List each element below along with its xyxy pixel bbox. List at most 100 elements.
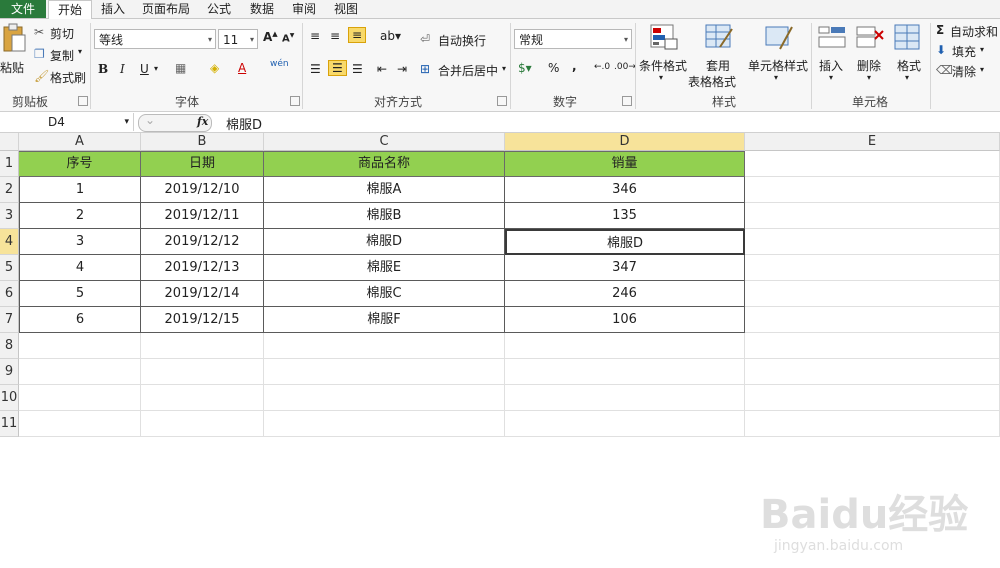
fill-button[interactable]: ⬇ 填充 ▾ xyxy=(936,43,1000,59)
cell[interactable] xyxy=(745,255,1000,281)
cell[interactable] xyxy=(505,411,745,437)
align-center-icon[interactable]: ☰ xyxy=(328,60,347,76)
bold-button[interactable]: B xyxy=(98,62,108,76)
fill-color-icon[interactable]: ◈ xyxy=(210,61,219,75)
cell[interactable] xyxy=(19,359,141,385)
phonetic-button[interactable]: wén xyxy=(270,59,289,69)
table-cell[interactable]: 135 xyxy=(505,203,745,229)
table-cell[interactable]: 棉服F xyxy=(264,307,505,333)
table-cell[interactable]: 1 xyxy=(19,177,141,203)
comma-button[interactable]: , xyxy=(572,59,577,73)
column-header-b[interactable]: B xyxy=(141,133,264,151)
row-header[interactable]: 2 xyxy=(0,177,19,203)
active-cell[interactable]: 棉服D xyxy=(505,229,745,255)
paste-button[interactable]: 粘贴 xyxy=(0,23,28,85)
insert-cells-button[interactable]: 插入 ▾ xyxy=(815,23,851,89)
cell[interactable] xyxy=(141,333,264,359)
cell[interactable] xyxy=(745,151,1000,177)
format-painter-button[interactable]: 🖌 格式刷 xyxy=(34,69,90,85)
percent-button[interactable]: % xyxy=(548,61,559,75)
font-name-dropdown[interactable]: 等线 ▾ xyxy=(94,29,216,49)
tab-review[interactable]: 审阅 xyxy=(287,0,321,18)
cell[interactable] xyxy=(745,229,1000,255)
table-header-cell[interactable]: 序号 xyxy=(19,151,141,177)
row-header[interactable]: 1 xyxy=(0,151,19,177)
chevron-down-icon[interactable]: ▾ xyxy=(154,64,158,73)
cell[interactable] xyxy=(19,333,141,359)
column-header-c[interactable]: C xyxy=(264,133,505,151)
cell[interactable] xyxy=(745,385,1000,411)
table-cell[interactable]: 4 xyxy=(19,255,141,281)
cell[interactable] xyxy=(264,385,505,411)
tab-home[interactable]: 开始 xyxy=(48,0,92,19)
tab-file[interactable]: 文件 xyxy=(0,0,46,18)
cell[interactable] xyxy=(745,307,1000,333)
dialog-launcher-icon[interactable] xyxy=(78,96,88,106)
cell[interactable] xyxy=(141,359,264,385)
table-cell[interactable]: 棉服A xyxy=(264,177,505,203)
autosum-button[interactable]: Σ 自动求和 xyxy=(936,23,1000,39)
cell[interactable] xyxy=(745,177,1000,203)
tab-insert[interactable]: 插入 xyxy=(96,0,130,18)
align-bottom-icon[interactable]: ≡ xyxy=(348,27,367,43)
select-all-corner[interactable] xyxy=(0,133,19,151)
table-cell[interactable]: 6 xyxy=(19,307,141,333)
table-cell[interactable]: 2019/12/11 xyxy=(141,203,264,229)
column-header-d[interactable]: D xyxy=(505,133,745,151)
table-cell[interactable]: 347 xyxy=(505,255,745,281)
table-cell[interactable]: 5 xyxy=(19,281,141,307)
indent-increase-icon[interactable]: ⇥ xyxy=(397,62,407,76)
copy-button[interactable]: ❐ 复制 ▾ xyxy=(34,47,90,63)
row-header[interactable]: 7 xyxy=(0,307,19,333)
dialog-launcher-icon[interactable] xyxy=(290,96,300,106)
merge-center-button[interactable]: ⊞ 合并后居中 ▾ xyxy=(420,62,512,78)
tab-page-layout[interactable]: 页面布局 xyxy=(138,0,194,18)
row-header[interactable]: 5 xyxy=(0,255,19,281)
table-cell[interactable]: 2 xyxy=(19,203,141,229)
table-cell[interactable]: 2019/12/15 xyxy=(141,307,264,333)
increase-font-icon[interactable]: A▲ xyxy=(263,30,278,44)
cell[interactable] xyxy=(19,385,141,411)
table-cell[interactable]: 2019/12/14 xyxy=(141,281,264,307)
cell[interactable] xyxy=(745,359,1000,385)
tab-view[interactable]: 视图 xyxy=(329,0,363,18)
table-cell[interactable]: 2019/12/12 xyxy=(141,229,264,255)
cell[interactable] xyxy=(505,333,745,359)
increase-decimal-icon[interactable]: ←.0 xyxy=(594,62,610,72)
tab-data[interactable]: 数据 xyxy=(245,0,279,18)
table-cell[interactable]: 棉服C xyxy=(264,281,505,307)
decrease-decimal-icon[interactable]: .00→ xyxy=(614,62,636,72)
wrap-text-button[interactable]: ⏎ 自动换行 xyxy=(420,32,510,48)
font-color-button[interactable]: A xyxy=(238,61,246,75)
align-left-icon[interactable]: ☰ xyxy=(310,62,321,76)
column-header-a[interactable]: A xyxy=(19,133,141,151)
conditional-format-button[interactable]: 条件格式 ▾ xyxy=(637,23,689,89)
chevron-down-icon[interactable]: ▾ xyxy=(124,113,129,131)
row-header[interactable]: 10 xyxy=(0,385,19,411)
align-right-icon[interactable]: ☰ xyxy=(352,62,363,76)
number-format-dropdown[interactable]: 常规 ▾ xyxy=(514,29,632,49)
row-header[interactable]: 9 xyxy=(0,359,19,385)
cell[interactable] xyxy=(264,333,505,359)
row-header[interactable]: 3 xyxy=(0,203,19,229)
table-cell[interactable]: 106 xyxy=(505,307,745,333)
name-box[interactable]: D4 ▾ xyxy=(4,113,134,131)
table-cell[interactable]: 2019/12/10 xyxy=(141,177,264,203)
decrease-font-icon[interactable]: A▼ xyxy=(282,32,294,44)
delete-cells-button[interactable]: 删除 ▾ xyxy=(853,23,889,89)
align-middle-icon[interactable]: ≡ xyxy=(330,29,340,43)
cell[interactable] xyxy=(264,411,505,437)
row-header[interactable]: 8 xyxy=(0,333,19,359)
row-header[interactable]: 6 xyxy=(0,281,19,307)
formula-input[interactable]: 棉服D xyxy=(226,114,262,133)
table-cell[interactable]: 棉服B xyxy=(264,203,505,229)
cell[interactable] xyxy=(141,411,264,437)
cell[interactable] xyxy=(745,281,1000,307)
table-cell[interactable]: 246 xyxy=(505,281,745,307)
column-header-e[interactable]: E xyxy=(745,133,1000,151)
table-cell[interactable]: 棉服D xyxy=(264,229,505,255)
cell[interactable] xyxy=(745,411,1000,437)
row-header[interactable]: 11 xyxy=(0,411,19,437)
cut-button[interactable]: ✂ 剪切 xyxy=(34,25,90,41)
table-header-cell[interactable]: 销量 xyxy=(505,151,745,177)
